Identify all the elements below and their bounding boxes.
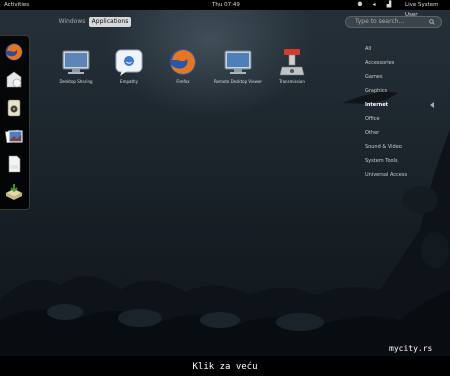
accessibility-icon[interactable]: ⚉ — [357, 2, 363, 8]
app-firefox[interactable]: Firefox — [155, 47, 211, 97]
category-games[interactable]: Games — [365, 74, 383, 80]
shotwell-icon[interactable] — [4, 126, 24, 146]
rhythmbox-icon[interactable] — [4, 98, 24, 118]
caption-bar: Klik za veću — [0, 356, 450, 376]
app-desktop-sharing[interactable]: Desktop Sharing — [48, 47, 104, 97]
desktop-sharing-icon — [62, 50, 90, 74]
document-icon[interactable] — [4, 154, 24, 174]
category-universal-access[interactable]: Universal Access — [365, 172, 407, 178]
app-transmission[interactable]: Transmission — [264, 47, 320, 97]
network-icon[interactable]: ▟ — [386, 2, 392, 8]
selected-category-arrow-icon — [430, 102, 434, 108]
category-all[interactable]: All — [365, 46, 371, 52]
transmission-icon — [279, 49, 305, 76]
category-office[interactable]: Office — [365, 116, 380, 122]
search-placeholder: Type to search... — [355, 18, 405, 25]
app-remote-desktop-viewer[interactable]: Remote Desktop Viewer — [210, 47, 266, 97]
category-system-tools[interactable]: System Tools — [365, 158, 398, 164]
empathy-icon — [115, 49, 143, 76]
app-empathy[interactable]: Empathy — [101, 47, 157, 97]
category-graphics[interactable]: Graphics — [365, 88, 387, 94]
app-label: Transmission — [279, 79, 305, 84]
dash — [0, 35, 30, 210]
applications-tab[interactable]: Applications — [89, 17, 131, 27]
remote-desktop-icon — [224, 50, 252, 74]
firefox-icon — [170, 49, 196, 75]
top-panel: Activities Thu 07:49 ⚉ ◂ ▟ Live System U… — [0, 0, 450, 18]
user-menu[interactable]: Live System User — [405, 0, 450, 20]
volume-icon[interactable]: ◂ — [371, 2, 377, 8]
category-accessories[interactable]: Accessories — [365, 60, 394, 66]
firefox-icon[interactable] — [4, 42, 24, 62]
category-other[interactable]: Other — [365, 130, 379, 136]
category-sound-video[interactable]: Sound & Video — [365, 144, 402, 150]
clock[interactable]: Thu 07:49 — [212, 0, 240, 10]
watermark: mycity.rs — [389, 344, 433, 353]
caption-link[interactable]: Klik za veću — [0, 362, 450, 372]
windows-tab[interactable]: Windows — [56, 17, 88, 27]
evolution-icon[interactable] — [4, 70, 24, 90]
software-install-icon[interactable] — [4, 182, 24, 202]
category-internet[interactable]: Internet — [365, 102, 388, 108]
activities-button[interactable]: Activities — [4, 0, 29, 10]
